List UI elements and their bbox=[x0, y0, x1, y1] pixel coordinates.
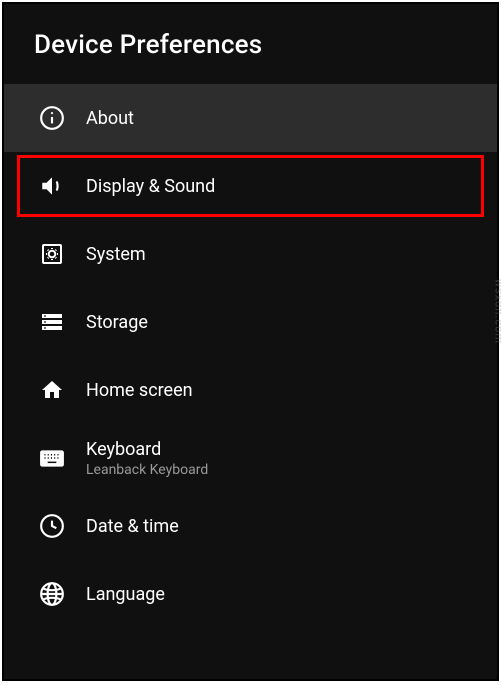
list-item-display-sound[interactable]: Display & Sound bbox=[14, 152, 487, 220]
item-sublabel: Leanback Keyboard bbox=[86, 462, 208, 478]
system-icon bbox=[38, 240, 66, 268]
list-item-system[interactable]: System bbox=[4, 220, 497, 288]
watermark-text: wsxdn.com bbox=[493, 278, 501, 343]
list-item-home-screen[interactable]: Home screen bbox=[4, 356, 497, 424]
settings-panel: Device Preferences About bbox=[2, 2, 499, 681]
list-item-keyboard[interactable]: Keyboard Leanback Keyboard bbox=[4, 424, 497, 492]
info-icon bbox=[38, 104, 66, 132]
keyboard-icon bbox=[38, 444, 66, 472]
list-item-date-time[interactable]: Date & time bbox=[4, 492, 497, 560]
list-item-about[interactable]: About bbox=[4, 84, 497, 152]
page-title: Device Preferences bbox=[34, 30, 467, 60]
header: Device Preferences bbox=[4, 4, 497, 84]
speaker-icon bbox=[38, 172, 66, 200]
storage-icon bbox=[38, 308, 66, 336]
item-label: Home screen bbox=[86, 380, 193, 401]
home-icon bbox=[38, 376, 66, 404]
item-label: Storage bbox=[86, 312, 148, 333]
item-label: Display & Sound bbox=[86, 176, 215, 197]
list-item-storage[interactable]: Storage bbox=[4, 288, 497, 356]
item-label: About bbox=[86, 108, 134, 129]
globe-icon bbox=[38, 580, 66, 608]
item-label: Date & time bbox=[86, 516, 179, 537]
item-label: Keyboard bbox=[86, 439, 208, 460]
list-item-language[interactable]: Language bbox=[4, 560, 497, 628]
settings-list: About Display & Sound bbox=[4, 84, 497, 628]
item-label: System bbox=[86, 244, 146, 265]
item-label: Language bbox=[86, 584, 165, 605]
clock-icon bbox=[38, 512, 66, 540]
